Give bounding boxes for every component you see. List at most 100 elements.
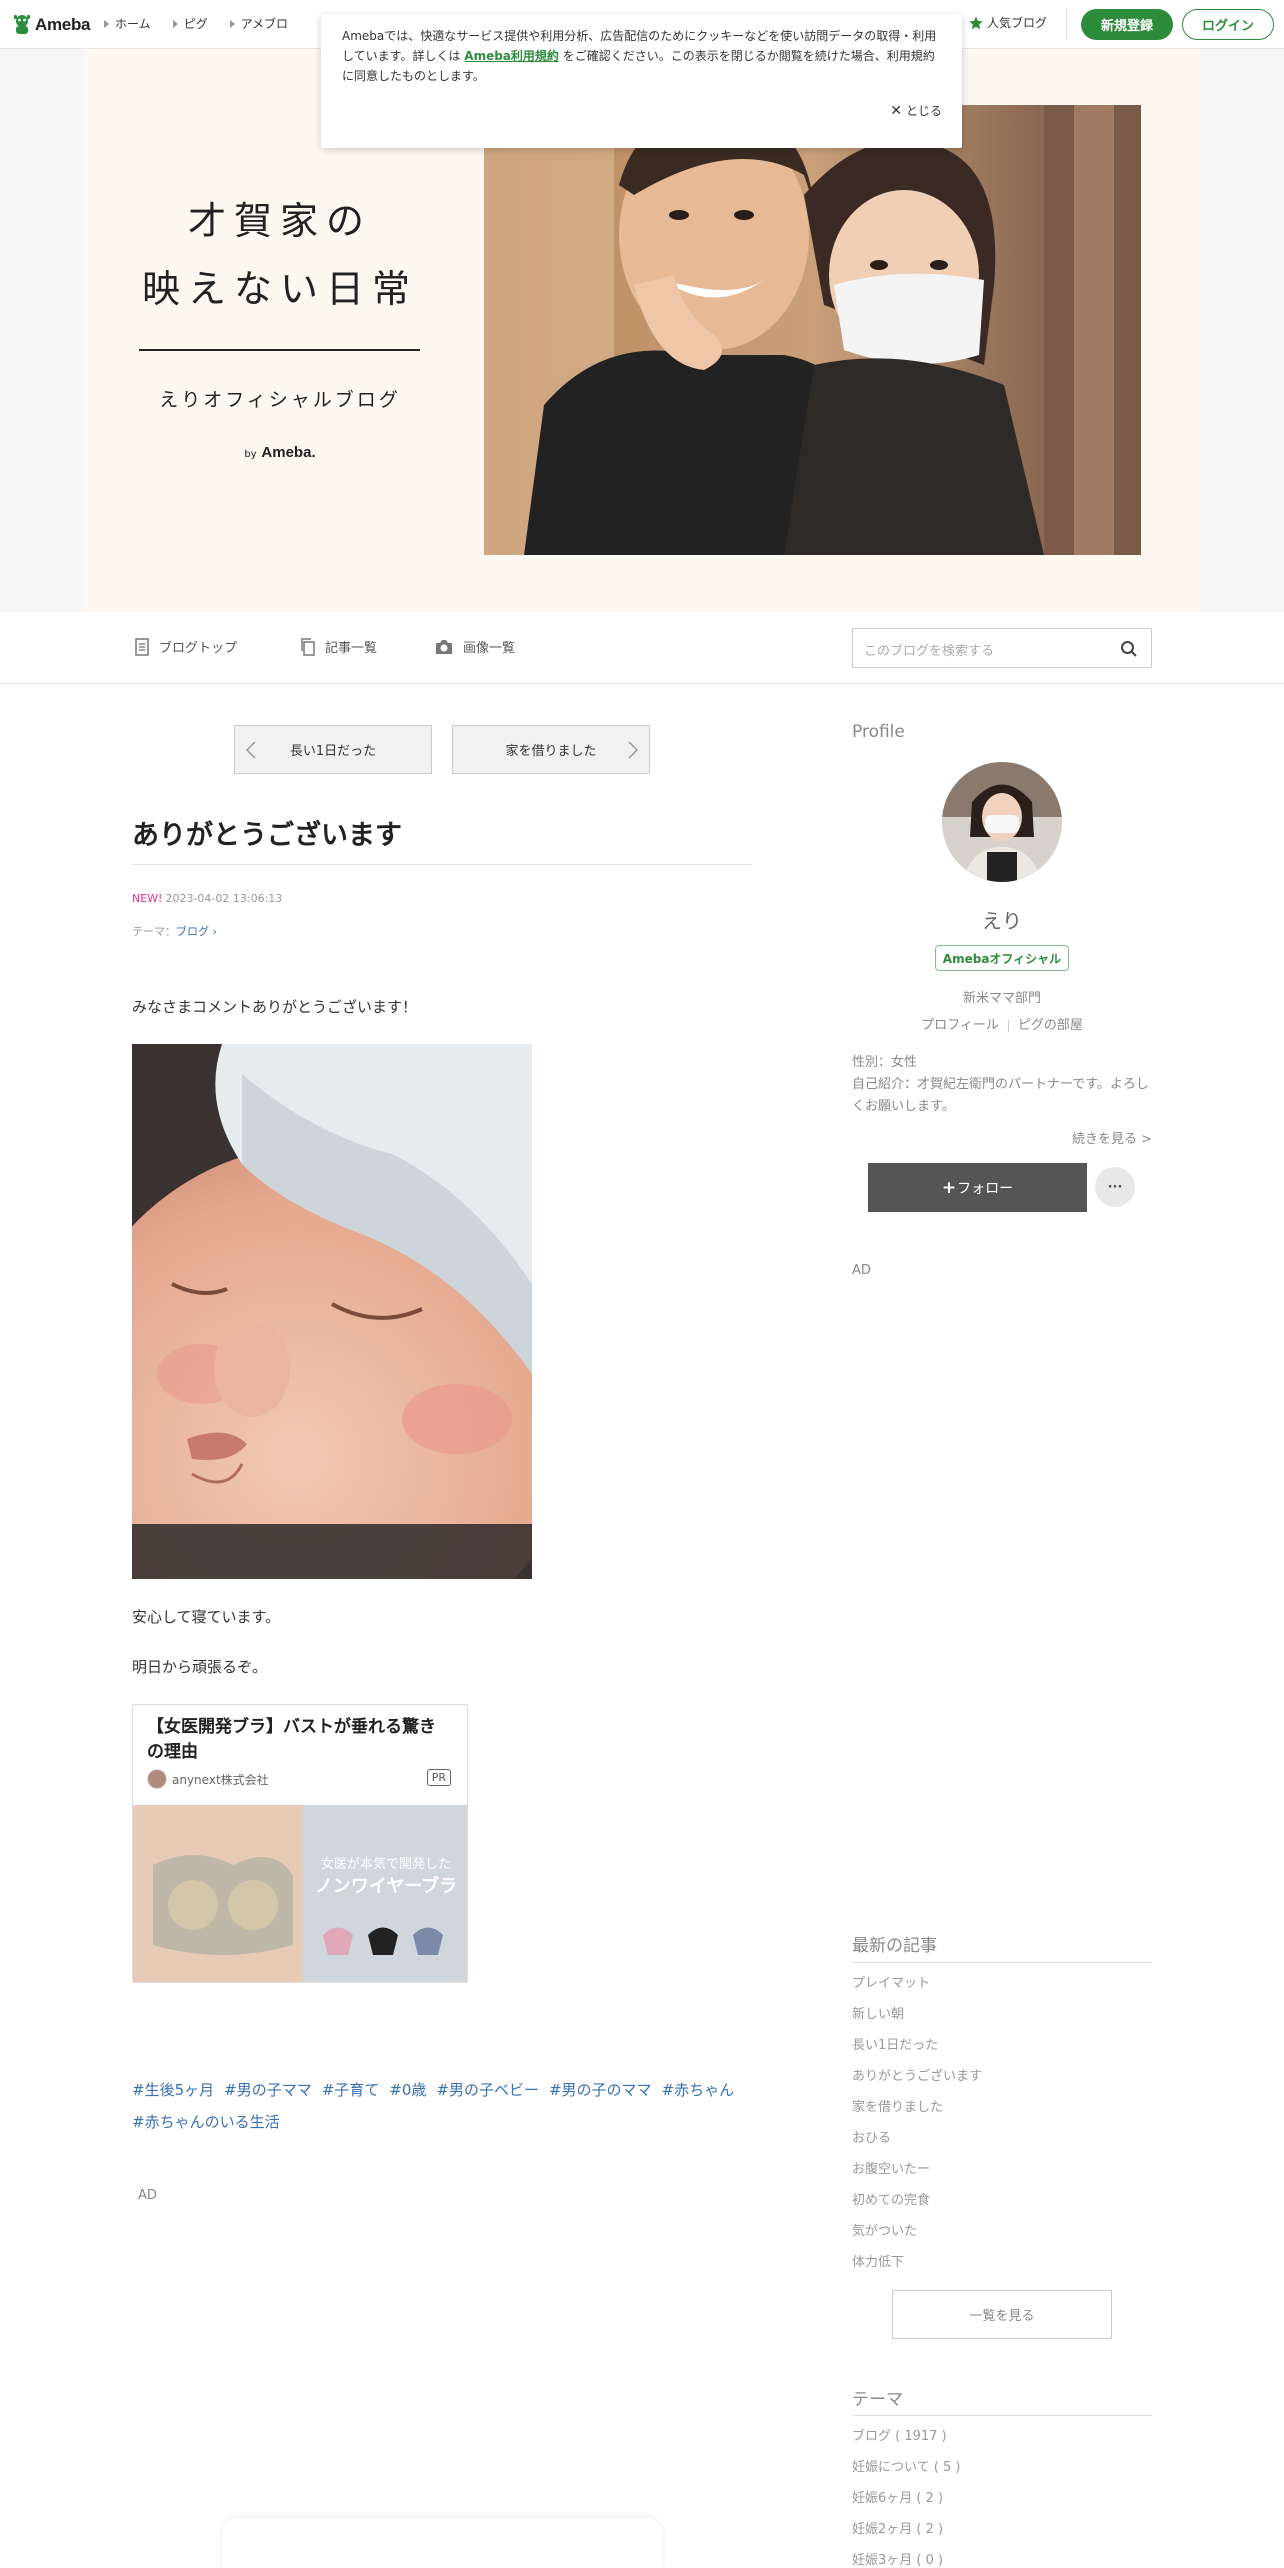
ad-advertiser: anynext株式会社 [147,1769,269,1789]
profile-bio: 性別：女性 自己紹介：才賀紀左衛門のパートナーです。よろしくお願いします。 [852,1055,1149,1114]
ranking-category[interactable]: 新米ママ部門 [852,987,1152,1006]
recent-entry-link[interactable]: プレイマット [852,1968,982,1999]
ad-image-headline: ノンワイヤーブラ [315,1875,457,1896]
avatar[interactable] [942,762,1062,882]
follow-button[interactable]: + フォロー [868,1163,1087,1212]
recent-entries-heading: 最新の記事 [852,1936,937,1956]
hashtag-link[interactable]: #男の子のママ [549,2081,652,2099]
cookie-close-button[interactable]: ✕ とじる [890,102,942,119]
tab-blog-top[interactable]: ブログトップ [134,637,237,656]
recent-entry-link[interactable]: 気がついた [852,2216,982,2247]
header-couple-photo [484,105,1141,555]
new-badge: NEW! [132,892,163,905]
prev-entry-button[interactable]: 長い1日だった [234,725,432,774]
blog-title-line2: 映えない日常 [141,267,418,311]
themes-heading: テーマ [852,2390,903,2410]
ad-label: AD [852,1263,871,1278]
blog-search-input[interactable]: このブログを検索する [852,628,1152,668]
hashtag-link[interactable]: #男の子ベビー [436,2081,539,2099]
profile-links: プロフィール ピグの部屋 [852,1014,1152,1033]
terms-link[interactable]: Ameba利用規約 [464,49,559,63]
login-button[interactable]: ログイン [1182,9,1274,40]
copy-icon [301,637,315,656]
profile-heading: Profile [852,722,905,742]
star-icon [969,15,983,29]
recent-entry-link[interactable]: ありがとうございます [852,2061,982,2092]
pig-room-link[interactable]: ピグの部屋 [1018,1018,1083,1033]
camera-icon [436,639,452,654]
hashtag-link[interactable]: #0歳 [389,2081,426,2099]
popular-blogs-link[interactable]: 人気ブログ [968,14,1047,31]
ad-label: AD [138,2188,157,2203]
section-divider [852,1962,1152,1963]
blog-sub-navigation: ブログトップ 記事一覧 画像一覧 このブログを検索する [0,612,1284,684]
entry-paragraph: 明日から頑張るぞ。 [132,1658,268,1676]
blog-title-line1: 才賀家の [187,199,372,243]
by-ameba-label: by Ameba. [244,444,316,461]
recent-entry-link[interactable]: お腹空いたー [852,2154,982,2185]
bottom-floating-card [222,2518,662,2568]
recent-entry-link[interactable]: 家を借りました [852,2092,982,2123]
chevron-left-icon [245,741,256,759]
advertiser-avatar [147,1769,167,1789]
entry-title[interactable]: ありがとうございます [132,813,402,852]
view-all-entries-button[interactable]: 一覧を見る [892,2290,1112,2339]
global-nav-links: ホーム ピグ アメブロ [104,15,310,32]
theme-link[interactable]: ブログ ( 1917 ) [852,2421,960,2452]
read-more-link[interactable]: 続きを見る > [852,1128,1152,1147]
nav-link-ameblo[interactable]: アメブロ [229,15,288,32]
caret-right-icon [104,19,109,28]
entry-paragraph: みなさまコメントありがとうございます！ [132,998,418,1016]
nav-link-pig[interactable]: ピグ [172,15,208,32]
sponsored-ad-card[interactable]: 【女医開発ブラ】バストが垂れる驚きの理由 anynext株式会社 PR 女医が本… [132,1704,468,1983]
profile-link[interactable]: プロフィール [921,1018,999,1033]
hashtag-link[interactable]: #子育て [322,2081,380,2099]
theme-link[interactable]: 妊娠6ヶ月 ( 2 ) [852,2483,960,2514]
tab-entry-list[interactable]: 記事一覧 [300,637,377,656]
entry-theme: テーマ：ブログ › [132,925,217,938]
ad-image-caption: 女医が本気で開発した [321,1856,451,1871]
recent-entry-link[interactable]: おひる [852,2123,982,2154]
ad-image: 女医が本気で開発した ノンワイヤーブラ [133,1805,467,1982]
recent-entry-link[interactable]: 長い1日だった [852,2030,982,2061]
ameba-logo[interactable]: Ameba [12,12,90,38]
caret-right-icon [229,19,235,28]
recent-entry-link[interactable]: 体力低下 [852,2247,982,2278]
recent-entry-link[interactable]: 新しい朝 [852,1999,982,2030]
close-icon: ✕ [890,102,902,119]
more-options-button[interactable]: ··· [1095,1167,1135,1207]
recent-entries-list: プレイマット 新しい朝 長い1日だった ありがとうございます 家を借りました お… [852,1968,982,2278]
cookie-consent-popup: Amebaでは、快適なサービス提供や利用分析、広告配信のためにクッキーなどを使い… [321,14,962,148]
recent-entry-link[interactable]: 初めての完食 [852,2185,982,2216]
theme-link[interactable]: 妊娠2ヶ月 ( 2 ) [852,2514,960,2545]
title-divider [139,349,420,351]
blog-subtitle: えりオフィシャルブログ [159,389,401,411]
entry-meta: NEW! 2023-04-02 13:06:13 [132,892,282,905]
next-entry-button[interactable]: 家を借りました [452,725,650,774]
hashtag-link[interactable]: #赤ちゃん [662,2081,735,2099]
nav-divider [1066,10,1067,38]
theme-link[interactable]: ブログ › [176,925,217,938]
theme-link[interactable]: 妊娠3ヶ月 ( 0 ) [852,2545,960,2568]
hashtag-link[interactable]: #赤ちゃんのいる生活 [132,2113,280,2131]
section-divider [852,2415,1152,2416]
hashtag-link[interactable]: #男の子ママ [224,2081,312,2099]
document-icon [135,637,149,656]
hashtag-link[interactable]: #生後5ヶ月 [132,2081,214,2099]
hashtag-list: #生後5ヶ月 #男の子ママ #子育て #0歳 #男の子ベビー #男の子のママ #赤ちゃん #赤… [132,2074,752,2138]
baby-photo[interactable] [132,1044,532,1579]
pr-badge: PR [426,1769,451,1786]
tab-image-list[interactable]: 画像一覧 [434,637,515,656]
official-badge[interactable]: Amebaオフィシャル [935,945,1069,971]
search-icon[interactable] [1120,640,1138,658]
cookie-consent-text: Amebaでは、快適なサービス提供や利用分析、広告配信のためにクッキーなどを使い… [342,29,937,83]
theme-link[interactable]: 妊娠について ( 5 ) [852,2452,960,2483]
entry-date: 2023-04-02 13:06:13 [165,892,283,905]
theme-list: ブログ ( 1917 ) 妊娠について ( 5 ) 妊娠6ヶ月 ( 2 ) 妊娠… [852,2421,960,2568]
profile-name[interactable]: えり [852,905,1152,934]
entry-paragraph: 安心して寝ています。 [132,1608,281,1626]
ameba-mascot-icon [12,13,32,37]
nav-link-home[interactable]: ホーム [104,15,151,32]
ameba-wordmark: Ameba [35,15,91,34]
signup-button[interactable]: 新規登録 [1081,9,1173,40]
